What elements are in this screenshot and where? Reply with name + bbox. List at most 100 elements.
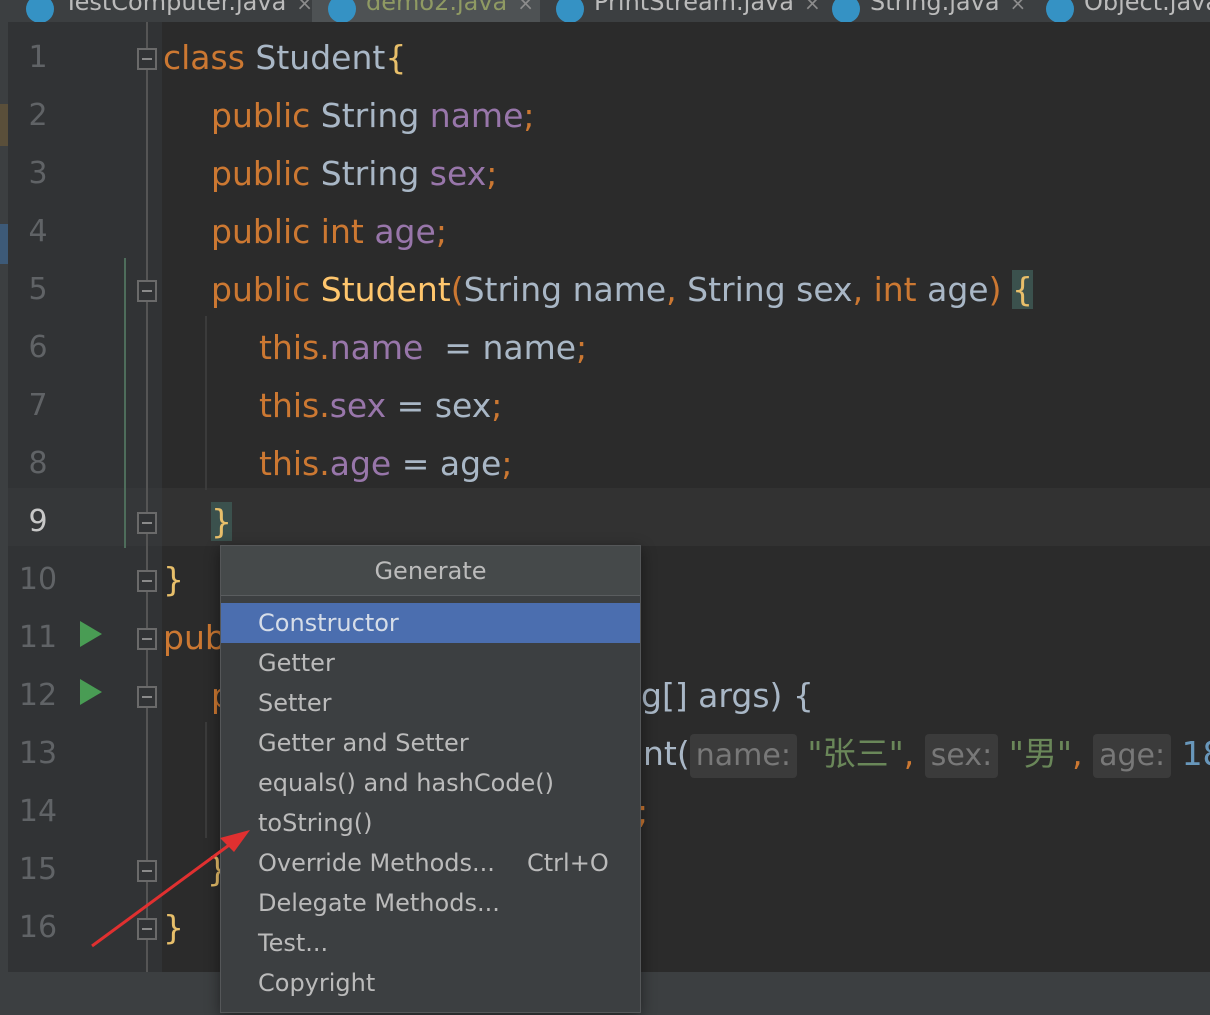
close-icon[interactable]: × — [1010, 0, 1027, 15]
indent-guide — [205, 722, 207, 838]
generate-popup[interactable]: Generate Constructor Getter Setter Gette… — [220, 545, 641, 1013]
vcs-change-marker[interactable] — [124, 258, 126, 548]
parameter-hint: age: — [1093, 734, 1172, 778]
line-number[interactable]: 10 — [8, 551, 68, 609]
line-number[interactable]: 1 — [8, 29, 68, 87]
code-line-3[interactable]: public String sex; — [211, 145, 497, 203]
code-line-16[interactable]: } — [163, 899, 184, 957]
line-number[interactable]: 8 — [8, 435, 68, 493]
fold-icon[interactable] — [137, 280, 157, 302]
menu-item-test[interactable]: Test... — [221, 923, 640, 963]
operator: = — [396, 386, 425, 425]
method-signature-partial: g[] args) { — [641, 676, 814, 715]
line-number[interactable]: 11 — [8, 609, 68, 667]
fold-icon[interactable] — [137, 628, 157, 650]
menu-item-tostring[interactable]: toString() — [221, 803, 640, 843]
code-line-1[interactable]: class Student{ — [163, 29, 406, 87]
line-number[interactable]: 2 — [8, 87, 68, 145]
menu-item-delegate-methods[interactable]: Delegate Methods... — [221, 883, 640, 923]
param-name: name — [482, 328, 577, 367]
paren: ) — [988, 270, 1002, 309]
comma: , — [903, 734, 915, 773]
menu-item-setter[interactable]: Setter — [221, 683, 640, 723]
semicolon: ; — [576, 328, 588, 367]
line-number[interactable]: 3 — [8, 145, 68, 203]
code-line-11[interactable]: pub — [163, 609, 226, 667]
close-icon[interactable]: × — [517, 0, 534, 15]
tab-object[interactable]: Object.java — [1046, 0, 1210, 22]
line-number[interactable]: 6 — [8, 319, 68, 377]
semicolon: ; — [491, 386, 503, 425]
line-number-current[interactable]: 9 — [8, 493, 68, 551]
code-line-5[interactable]: public Student(String name, String sex, … — [211, 261, 1033, 319]
line-number[interactable]: 5 — [8, 261, 68, 319]
tool-window-strip — [0, 22, 8, 972]
keyword-partial: pub — [163, 618, 226, 657]
menu-item-equals-hashcode[interactable]: equals() and hashCode() — [221, 763, 640, 803]
fold-icon[interactable] — [137, 860, 157, 882]
tab-demo2[interactable]: demo2.java × — [312, 0, 540, 22]
code-line-9[interactable]: } — [211, 493, 232, 551]
field-name: name — [329, 328, 424, 367]
java-class-icon — [26, 0, 54, 22]
brace-match-highlight: } — [211, 502, 232, 541]
dot: . — [319, 386, 330, 425]
tab-testcomputer[interactable]: TestComputer.java × — [26, 0, 313, 22]
string-literal: "张三" — [807, 734, 904, 773]
tab-label: demo2.java — [366, 0, 508, 16]
fold-icon[interactable] — [137, 918, 157, 940]
menu-item-override-methods[interactable]: Override Methods... Ctrl+O — [221, 843, 640, 883]
fold-icon[interactable] — [137, 512, 157, 534]
code-line-4[interactable]: public int age; — [211, 203, 447, 261]
field-name: age — [329, 444, 392, 483]
primitive-type: int — [873, 270, 917, 309]
menu-item-copyright[interactable]: Copyright — [221, 963, 640, 1003]
line-number[interactable]: 12 — [8, 667, 68, 725]
close-icon[interactable]: × — [804, 0, 821, 15]
tab-string[interactable]: String.java × — [832, 0, 1026, 22]
line-number[interactable]: 15 — [8, 841, 68, 899]
semicolon: ; — [486, 154, 498, 193]
semicolon: ; — [435, 212, 447, 251]
gutter-divider — [146, 22, 148, 972]
line-number[interactable]: 4 — [8, 203, 68, 261]
code-line-13-right[interactable]: nt(name: "张三", sex: "男", age: 18); — [643, 725, 1210, 783]
fold-icon[interactable] — [137, 48, 157, 70]
menu-item-label: equals() and hashCode() — [258, 769, 555, 797]
line-number[interactable]: 14 — [8, 783, 68, 841]
code-line-2[interactable]: public String name; — [211, 87, 535, 145]
tab-printstream[interactable]: PrintStream.java × — [556, 0, 821, 22]
parameter-hint: sex: — [924, 734, 999, 778]
keyword: public — [211, 212, 311, 251]
semicolon: ; — [523, 96, 535, 135]
field-name: name — [429, 96, 524, 135]
run-icon[interactable] — [80, 621, 102, 647]
code-line-12-right[interactable]: g[] args) { — [641, 667, 814, 725]
line-number[interactable]: 7 — [8, 377, 68, 435]
run-icon[interactable] — [80, 679, 102, 705]
code-line-6[interactable]: this.name = name; — [259, 319, 587, 377]
fold-icon[interactable] — [137, 570, 157, 592]
operator: = — [401, 444, 430, 483]
field-name: sex — [329, 386, 387, 425]
param-name: sex — [796, 270, 853, 309]
code-line-7[interactable]: this.sex = sex; — [259, 377, 502, 435]
keyword: this — [259, 328, 320, 367]
menu-item-constructor[interactable]: Constructor — [221, 603, 640, 643]
primitive-type: int — [320, 212, 364, 251]
strip-marker — [0, 224, 8, 264]
line-number[interactable]: 16 — [8, 899, 68, 957]
menu-item-label: Delegate Methods... — [258, 889, 500, 917]
menu-item-getter[interactable]: Getter — [221, 643, 640, 683]
code-line-10[interactable]: } — [163, 551, 184, 609]
menu-item-getter-and-setter[interactable]: Getter and Setter — [221, 723, 640, 763]
menu-item-label: Override Methods... — [258, 849, 495, 877]
fold-icon[interactable] — [137, 686, 157, 708]
java-class-icon — [556, 0, 584, 22]
code-line-8[interactable]: this.age = age; — [259, 435, 512, 493]
dot: . — [319, 328, 330, 367]
close-icon[interactable]: × — [296, 0, 313, 15]
menu-item-shortcut: Ctrl+O — [527, 849, 609, 877]
line-number[interactable]: 13 — [8, 725, 68, 783]
menu-item-label: toString() — [258, 809, 373, 837]
